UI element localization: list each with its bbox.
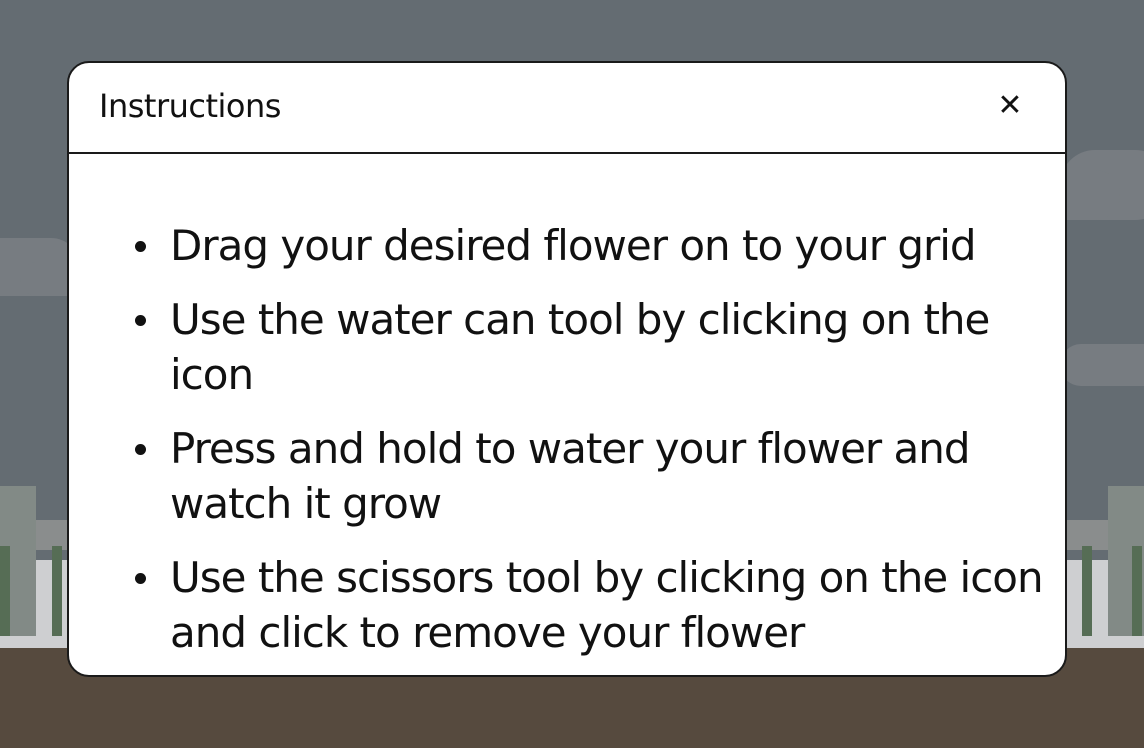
bullet-icon	[135, 444, 146, 455]
list-item: Press and hold to water your flower and …	[135, 421, 1045, 531]
close-icon[interactable]: ✕	[995, 91, 1025, 121]
dialog-title: Instructions	[99, 87, 281, 125]
instructions-dialog: Instructions ✕ Drag your desired flower …	[67, 61, 1067, 677]
list-item: Use the water can tool by clicking on th…	[135, 292, 1045, 402]
game-scene: Instructions ✕ Drag your desired flower …	[0, 0, 1144, 748]
bullet-icon	[135, 241, 146, 252]
instruction-text: Press and hold to water your flower and …	[170, 424, 971, 528]
instruction-text: Use the scissors tool by clicking on the…	[170, 553, 1044, 657]
dialog-body: Drag your desired flower on to your grid…	[69, 154, 1065, 660]
list-item: Use the scissors tool by clicking on the…	[135, 550, 1045, 660]
instruction-text: Drag your desired flower on to your grid	[170, 221, 977, 270]
bullet-icon	[135, 573, 146, 584]
instructions-list: Drag your desired flower on to your grid…	[135, 218, 1045, 660]
instruction-text: Use the water can tool by clicking on th…	[170, 295, 990, 399]
dialog-header: Instructions ✕	[69, 63, 1065, 154]
list-item: Drag your desired flower on to your grid	[135, 218, 1045, 273]
bullet-icon	[135, 315, 146, 326]
